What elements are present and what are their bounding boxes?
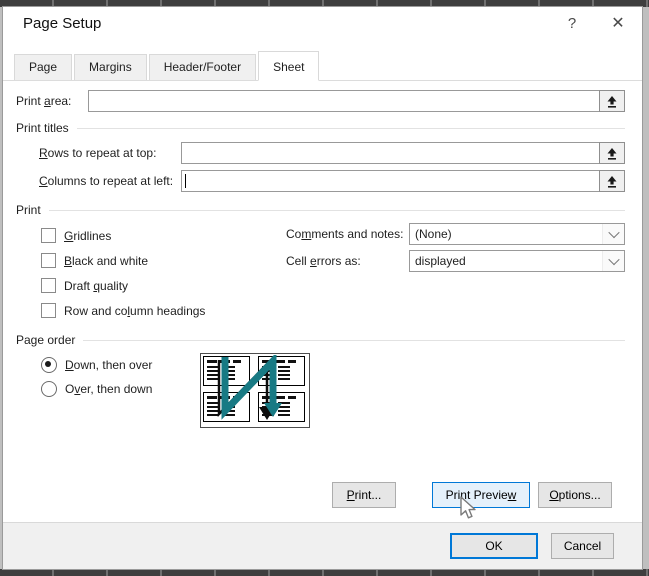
down-then-over-radio[interactable] xyxy=(41,357,57,373)
cancel-button[interactable]: Cancel xyxy=(551,533,614,559)
cancel-button-label: Cancel xyxy=(563,539,602,553)
comments-and-notes-label: Comments and notes: xyxy=(286,227,404,241)
draft-quality-label: Draft quality xyxy=(64,278,129,293)
gridlines-checkbox[interactable] xyxy=(41,228,56,243)
black-and-white-checkbox[interactable] xyxy=(41,253,56,268)
down-then-over-label: Down, then over xyxy=(65,358,153,372)
rows-repeat-collapse-button[interactable] xyxy=(599,142,625,164)
tab-margins-label: Margins xyxy=(89,60,132,74)
group-divider xyxy=(76,127,625,129)
down-then-over-radio-row[interactable]: Down, then over xyxy=(41,353,176,377)
cell-errors-as-select[interactable]: displayed xyxy=(409,250,625,272)
down-then-over-arrow-icon xyxy=(217,352,282,420)
chevron-down-icon xyxy=(607,253,620,266)
excel-background-bottom xyxy=(0,569,649,576)
cell-errors-as-label: Cell errors as: xyxy=(286,254,361,268)
columns-repeat-label: Columns to repeat at left: xyxy=(39,174,174,188)
gridlines-label: Gridlines xyxy=(64,228,112,243)
tab-page[interactable]: Page xyxy=(14,54,73,80)
rows-repeat-label: Rows to repeat at top: xyxy=(39,146,157,160)
cell-errors-dropdown-button[interactable] xyxy=(602,251,624,271)
print-titles-group-label: Print titles xyxy=(16,121,69,135)
print-button-label: Print... xyxy=(346,488,382,502)
over-then-down-radio[interactable] xyxy=(41,381,57,397)
comments-and-notes-value: (None) xyxy=(415,227,452,241)
page-order-group-label: Page order xyxy=(16,333,76,347)
columns-repeat-collapse-button[interactable] xyxy=(599,170,625,192)
options-button-label: Options... xyxy=(549,488,601,502)
sheet-tab-content: Print area: Print titles Rows to repeat … xyxy=(3,81,642,522)
columns-repeat-input[interactable] xyxy=(181,170,600,192)
black-and-white-checkbox-row[interactable]: Black and white xyxy=(41,248,286,273)
collapse-dialog-icon xyxy=(607,175,617,188)
print-area-input[interactable] xyxy=(88,90,600,112)
black-and-white-label: Black and white xyxy=(64,253,149,268)
help-button[interactable]: ? xyxy=(550,7,594,39)
ok-button[interactable]: OK xyxy=(450,533,538,559)
chevron-down-icon xyxy=(607,226,620,239)
dialog-footer: OK Cancel xyxy=(3,522,642,569)
options-button[interactable]: Options... xyxy=(538,482,612,508)
over-then-down-radio-row[interactable]: Oer, then downver, then down xyxy=(41,377,176,401)
text-caret xyxy=(185,174,186,188)
collapse-dialog-icon xyxy=(607,147,617,160)
comments-dropdown-button[interactable] xyxy=(602,224,624,244)
tab-margins[interactable]: Margins xyxy=(74,54,147,80)
comments-and-notes-select[interactable]: (None) xyxy=(409,223,625,245)
gridlines-checkbox-row[interactable]: Gridlines xyxy=(41,223,286,248)
over-then-down-label: Oer, then downver, then down xyxy=(65,382,153,396)
print-preview-button[interactable]: Print Preview xyxy=(432,482,530,508)
print-button[interactable]: Print... xyxy=(332,482,396,508)
titlebar: Page Setup ? ✕ xyxy=(3,7,642,39)
page-setup-dialog: Page Setup ? ✕ Page Margins Header/Foote… xyxy=(2,6,643,570)
group-divider xyxy=(83,339,625,341)
tab-header-footer-label: Header/Footer xyxy=(163,60,242,74)
row-column-headings-label: Row and column headings xyxy=(64,303,206,318)
tab-page-label: Page xyxy=(29,60,58,74)
draft-quality-checkbox[interactable] xyxy=(41,278,56,293)
close-button[interactable]: ✕ xyxy=(594,7,642,39)
tab-sheet[interactable]: Sheet xyxy=(258,51,320,81)
tab-sheet-label: Sheet xyxy=(273,60,305,74)
print-group-label: Print xyxy=(16,203,41,217)
close-icon: ✕ xyxy=(611,15,625,32)
ok-button-label: OK xyxy=(485,539,503,553)
help-icon: ? xyxy=(567,14,577,32)
tabstrip: Page Margins Header/Footer Sheet xyxy=(3,51,642,81)
tab-header-footer[interactable]: Header/Footer xyxy=(148,54,257,80)
row-column-headings-checkbox-row[interactable]: Row and column headings xyxy=(41,298,286,323)
dialog-title: Page Setup xyxy=(23,14,102,32)
rows-repeat-input[interactable] xyxy=(181,142,600,164)
page-order-preview-image xyxy=(203,352,305,422)
print-area-collapse-button[interactable] xyxy=(599,90,625,112)
print-preview-button-label: Print Preview xyxy=(445,488,517,502)
page-order-preview xyxy=(200,352,310,428)
print-area-label: Print area: xyxy=(16,94,72,108)
group-divider xyxy=(48,209,625,211)
cell-errors-as-value: displayed xyxy=(415,254,466,268)
collapse-dialog-icon xyxy=(607,95,617,108)
row-column-headings-checkbox[interactable] xyxy=(41,303,56,318)
draft-quality-checkbox-row[interactable]: Draft quality xyxy=(41,273,286,298)
